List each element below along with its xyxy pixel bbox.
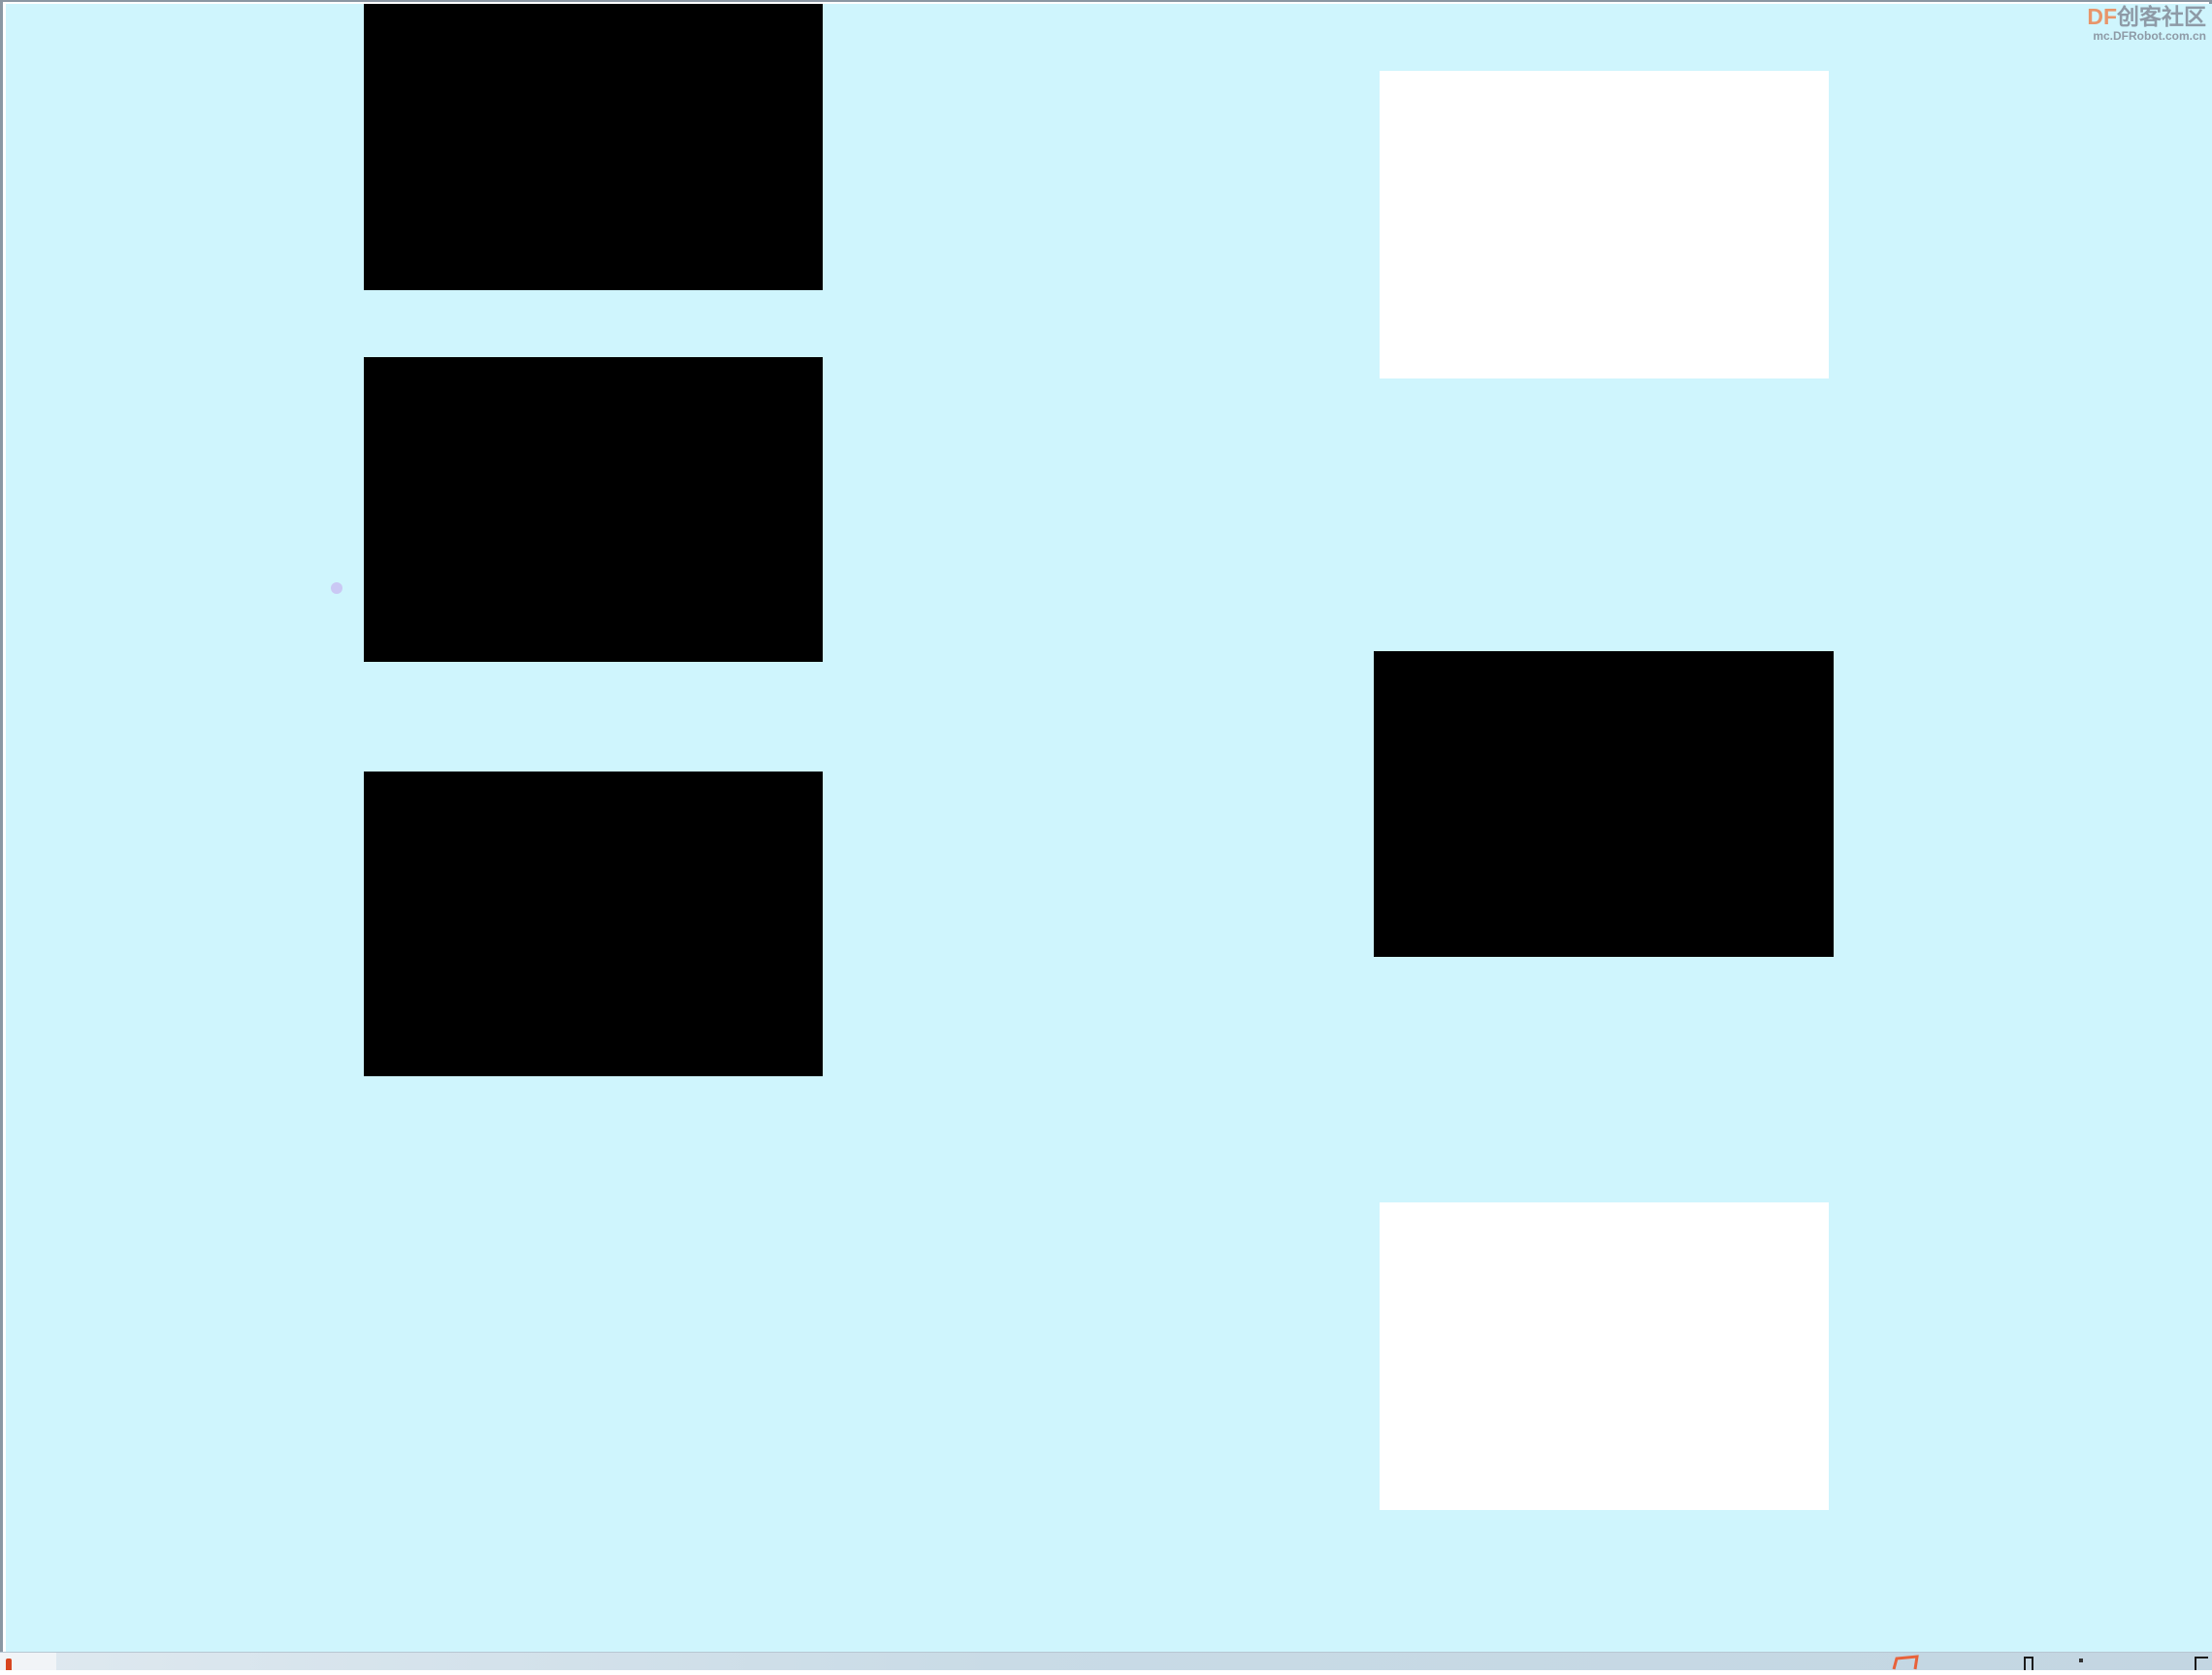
app-icon-glyph: [1892, 1655, 1919, 1670]
tile-right-1[interactable]: [1380, 71, 1829, 378]
start-button[interactable]: [0, 1653, 56, 1670]
watermark-brand: DF创客社区: [2087, 4, 2206, 29]
cursor-dot-icon: [331, 582, 342, 594]
tile-left-3[interactable]: [364, 772, 823, 1076]
app-icon[interactable]: [1892, 1655, 1919, 1670]
start-icon: [6, 1659, 12, 1670]
watermark: DF创客社区 mc.DFRobot.com.cn: [2087, 4, 2206, 43]
watermark-df: DF: [2087, 4, 2117, 29]
taskbar: [0, 1652, 2212, 1670]
tray-dot-icon[interactable]: [2079, 1659, 2083, 1662]
tile-right-3[interactable]: [1380, 1202, 1829, 1510]
watermark-cn: 创客社区: [2117, 4, 2206, 29]
show-desktop-icon[interactable]: [2195, 1657, 2208, 1670]
tile-right-2[interactable]: [1374, 651, 1834, 957]
watermark-url: mc.DFRobot.com.cn: [2093, 29, 2206, 43]
tile-left-2[interactable]: [364, 357, 823, 662]
tray-icon[interactable]: [2024, 1657, 2033, 1670]
tile-left-1[interactable]: [364, 4, 823, 290]
game-window: DF创客社区 mc.DFRobot.com.cn: [0, 0, 2212, 1654]
game-stage[interactable]: DF创客社区 mc.DFRobot.com.cn: [6, 4, 2212, 1654]
